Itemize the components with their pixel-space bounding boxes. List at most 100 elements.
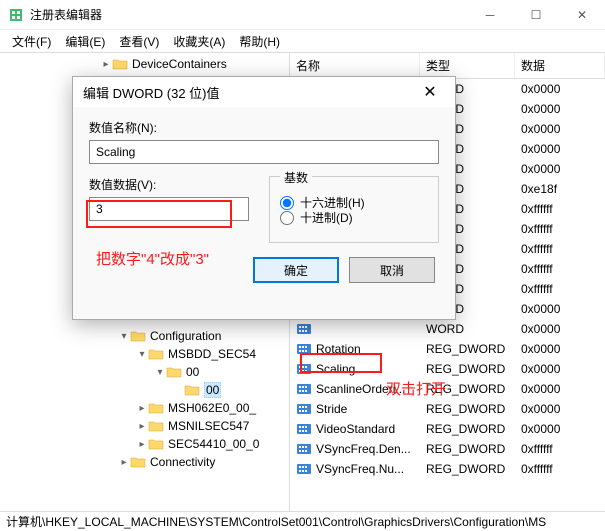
maximize-button[interactable]: ☐ (513, 0, 559, 30)
value-name-label: 数值名称(N): (89, 119, 439, 136)
tree-item[interactable]: ▾ Configuration (0, 327, 289, 345)
dword-icon (296, 422, 312, 436)
tree-label: DeviceContainers (132, 57, 227, 71)
dialog-title: 编辑 DWORD (32 位)值 (83, 83, 415, 102)
dword-icon (296, 402, 312, 416)
close-button[interactable]: ✕ (559, 0, 605, 30)
tree-label: Connectivity (150, 455, 215, 469)
collapse-icon[interactable]: ▾ (154, 367, 166, 378)
tree-item[interactable]: ▸ MSH062E0_00_ (0, 399, 289, 417)
menu-edit[interactable]: 编辑(E) (59, 31, 111, 52)
value-name-input[interactable] (89, 140, 439, 164)
expand-icon[interactable]: ▸ (118, 457, 130, 468)
value-data: 0xffffff (515, 221, 605, 237)
folder-icon (148, 437, 164, 451)
expand-icon[interactable]: ▸ (100, 59, 112, 70)
tree-label: MSBDD_SEC54 (168, 347, 256, 361)
tree-item[interactable]: ▾ MSBDD_SEC54 (0, 345, 289, 363)
window-title: 注册表编辑器 (30, 6, 467, 23)
value-type: WORD (420, 321, 515, 337)
dword-icon (296, 442, 312, 456)
value-data: 0x0000 (515, 341, 605, 357)
list-row[interactable]: ScalingREG_DWORD0x0000 (290, 359, 605, 379)
column-type[interactable]: 类型 (420, 53, 515, 78)
folder-icon (166, 365, 182, 379)
value-type: REG_DWORD (420, 341, 515, 357)
tree-label: SEC54410_00_0 (168, 437, 259, 451)
menu-help[interactable]: 帮助(H) (233, 31, 286, 52)
cancel-button[interactable]: 取消 (349, 257, 435, 283)
app-icon (8, 7, 24, 23)
folder-icon (130, 329, 146, 343)
minimize-button[interactable]: ─ (467, 0, 513, 30)
tree-item[interactable]: ▸ SEC54410_00_0 (0, 435, 289, 453)
value-data: 0xffffff (515, 441, 605, 457)
radio-hex[interactable] (280, 196, 294, 210)
menu-view[interactable]: 查看(V) (113, 31, 165, 52)
list-row[interactable]: Stride REG_DWORD0x0000 (290, 399, 605, 419)
tree-label: Configuration (150, 329, 221, 343)
value-type: REG_DWORD (420, 381, 515, 397)
edit-dword-dialog: 编辑 DWORD (32 位)值 ✕ 数值名称(N): 数值数据(V): 基数 … (72, 76, 456, 320)
menu-favorites[interactable]: 收藏夹(A) (167, 31, 231, 52)
list-row[interactable]: WORD0x0000 (290, 319, 605, 339)
value-name: VSyncFreq.Nu... (316, 462, 404, 476)
value-data: 0xffffff (515, 201, 605, 217)
value-data: 0xffffff (515, 261, 605, 277)
tree-label: 00 (186, 365, 199, 379)
ok-button[interactable]: 确定 (253, 257, 339, 283)
tree-item[interactable]: ▸ MSNILSEC547 (0, 417, 289, 435)
list-row[interactable]: ScanlineOrderi...REG_DWORD0x0000 (290, 379, 605, 399)
folder-icon (130, 455, 146, 469)
radio-dec[interactable] (280, 211, 294, 225)
tree-item[interactable]: ▸ Connectivity (0, 453, 289, 471)
value-data: 0xffffff (515, 281, 605, 297)
value-type: REG_DWORD (420, 401, 515, 417)
tree-item[interactable]: ▾ 00 (0, 363, 289, 381)
expand-icon[interactable]: ▸ (136, 439, 148, 450)
window-titlebar: 注册表编辑器 ─ ☐ ✕ (0, 0, 605, 30)
expand-icon[interactable]: ▸ (136, 421, 148, 432)
value-name: Rotation (316, 342, 361, 356)
value-data: 0x0000 (515, 401, 605, 417)
list-row[interactable]: VideoStandardREG_DWORD0x0000 (290, 419, 605, 439)
menu-file[interactable]: 文件(F) (6, 31, 57, 52)
value-data: 0x0000 (515, 81, 605, 97)
base-fieldset: 基数 十六进制(H) 十进制(D) (269, 176, 439, 243)
collapse-icon[interactable]: ▾ (118, 331, 130, 342)
value-data: 0xffffff (515, 461, 605, 477)
value-type: REG_DWORD (420, 421, 515, 437)
dialog-close-icon[interactable]: ✕ (415, 82, 445, 102)
value-name: Stride (316, 402, 347, 416)
list-row[interactable]: VSyncFreq.Nu...REG_DWORD0xffffff (290, 459, 605, 479)
column-name[interactable]: 名称 (290, 53, 420, 78)
dword-icon (296, 382, 312, 396)
value-data: 0x0000 (515, 121, 605, 137)
value-data: 0x0000 (515, 421, 605, 437)
column-data[interactable]: 数据 (515, 53, 605, 78)
list-row[interactable]: Rotation REG_DWORD0x0000 (290, 339, 605, 359)
value-data-input[interactable] (89, 197, 249, 221)
value-data: 0x0000 (515, 381, 605, 397)
dword-icon (296, 342, 312, 356)
value-data: 0xe18f (515, 181, 605, 197)
base-legend: 基数 (280, 169, 312, 186)
value-data: 0xffffff (515, 241, 605, 257)
dword-icon (296, 362, 312, 376)
value-data: 0x0000 (515, 161, 605, 177)
value-name: Scaling (316, 362, 355, 376)
statusbar-path: 计算机\HKEY_LOCAL_MACHINE\SYSTEM\ControlSet… (6, 513, 546, 530)
folder-icon (148, 419, 164, 433)
tree-item-selected[interactable]: 00 (0, 381, 289, 399)
collapse-icon[interactable]: ▾ (136, 349, 148, 360)
value-data: 0x0000 (515, 141, 605, 157)
tree-item[interactable]: ▸ DeviceContainers (0, 55, 289, 73)
tree-label: 00 (204, 382, 221, 398)
tree-label: MSH062E0_00_ (168, 401, 256, 415)
list-row[interactable]: VSyncFreq.Den...REG_DWORD0xffffff (290, 439, 605, 459)
expand-icon[interactable]: ▸ (136, 403, 148, 414)
menubar: 文件(F) 编辑(E) 查看(V) 收藏夹(A) 帮助(H) (0, 30, 605, 52)
tree-label: MSNILSEC547 (168, 419, 249, 433)
folder-icon (112, 57, 128, 71)
value-type: REG_DWORD (420, 441, 515, 457)
